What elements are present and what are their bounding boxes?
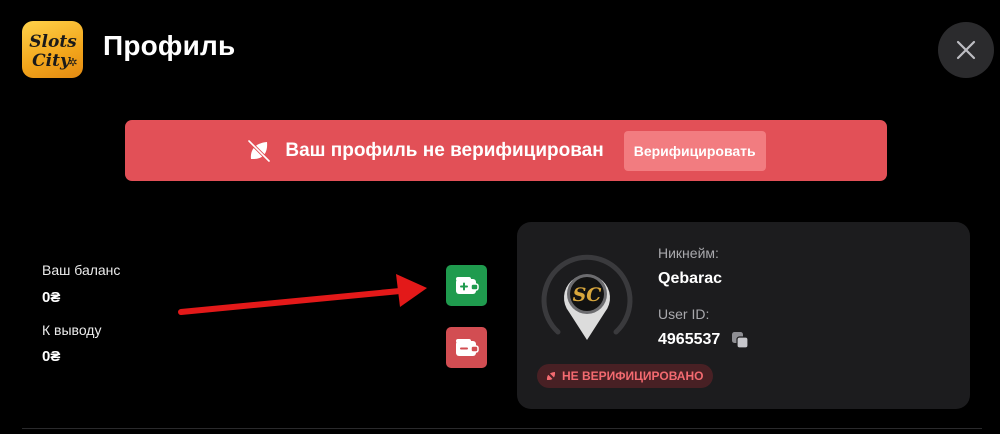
logo-mark: Slots City ✲ [29, 32, 77, 71]
balance-label: Ваш баланс [42, 262, 121, 278]
verify-button[interactable]: Верифицировать [623, 130, 766, 171]
svg-text:Slots: Slots [29, 32, 77, 52]
unverified-leaf-icon [246, 138, 272, 164]
status-text: НЕ ВЕРИФИЦИРОВАНО [562, 369, 704, 383]
svg-text:✲: ✲ [68, 57, 77, 69]
nickname-label: Никнейм: [658, 245, 719, 261]
unverified-leaf-icon [545, 370, 557, 382]
verification-message: Ваш профиль не верифицирован [285, 139, 604, 161]
balance-value: 0₴ [42, 289, 61, 306]
userid-value: 4965537 [658, 331, 721, 348]
withdrawable-value: 0₴ [42, 348, 61, 365]
page-title: Профиль [103, 30, 236, 61]
wallet-minus-icon [455, 338, 479, 356]
copy-icon[interactable] [731, 331, 749, 349]
verification-banner: Ваш профиль не верифицирован Верифициров… [125, 120, 887, 181]
withdraw-button[interactable] [446, 327, 487, 368]
close-button[interactable] [938, 22, 994, 78]
deposit-button[interactable] [446, 265, 487, 306]
divider [22, 428, 982, 429]
close-icon [956, 40, 976, 60]
avatar-monogram: SC [573, 284, 602, 306]
status-badge: НЕ ВЕРИФИЦИРОВАНО [537, 364, 714, 388]
withdrawable-label: К выводу [42, 322, 102, 338]
slots-city-logo: Slots City ✲ [22, 21, 83, 78]
nickname-value: Qebarac [658, 270, 723, 287]
userid-label: User ID: [658, 306, 710, 322]
svg-text:City: City [32, 51, 71, 71]
wallet-plus-icon [455, 276, 479, 294]
avatar: SC [541, 254, 633, 340]
